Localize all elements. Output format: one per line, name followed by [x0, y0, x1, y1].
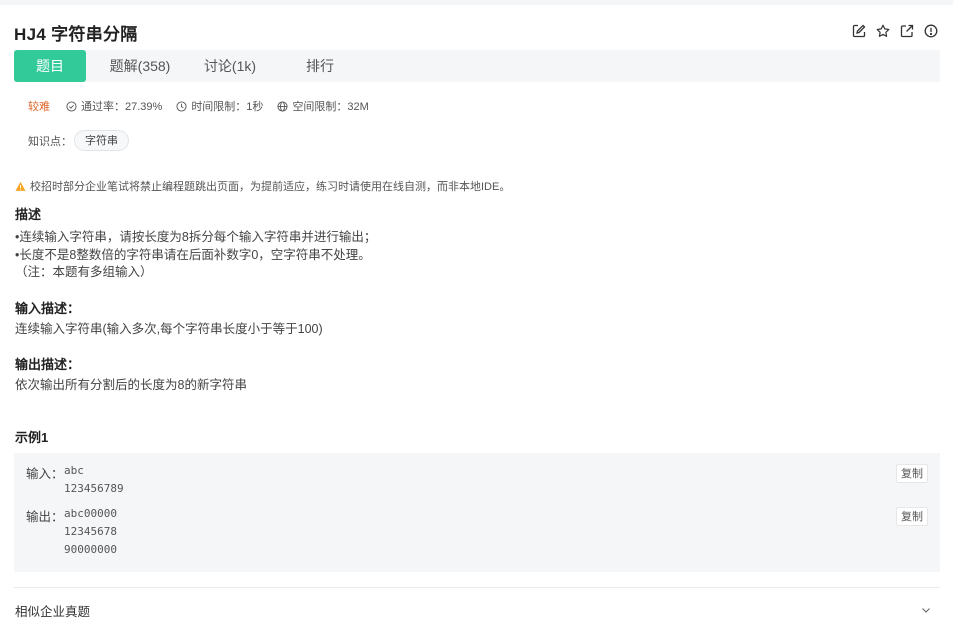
pass-rate: 通过率：27.39% [66, 98, 162, 114]
time-limit: 时间限制：1秒 [176, 98, 263, 114]
description-line: •连续输入字符串，请按长度为8拆分每个输入字符串并进行输出； [15, 230, 377, 244]
tab-discussion[interactable]: 讨论(1k) [194, 50, 266, 82]
example-title: 示例1 [15, 430, 49, 445]
warning-icon [15, 181, 26, 191]
tab-ranking[interactable]: 排行 [284, 50, 356, 82]
problem-page: HJ4 字符串分隔 题目 题解(358) 讨论(1k) 排行 较难 通过率：27… [0, 5, 953, 630]
clock-icon [176, 100, 187, 112]
example-output-value: abc00000 12345678 90000000 [64, 507, 117, 556]
problem-tabs: 题目 题解(358) 讨论(1k) 排行 [14, 50, 940, 82]
globe-icon [277, 100, 288, 112]
difficulty-badge: 较难 [28, 101, 50, 113]
description-title: 描述 [15, 207, 42, 222]
problem-header: HJ4 字符串分隔 [14, 19, 939, 45]
copy-output-button[interactable]: 复制 [896, 507, 928, 526]
space-limit: 空间限制：32M [277, 98, 369, 114]
external-link-icon[interactable] [899, 23, 915, 39]
notice-text: 校招时部分企业笔试将禁止编程题跳出页面，为提前适应，练习时请使用在线自测，而非本… [30, 181, 511, 193]
description-body: •连续输入字符串，请按长度为8拆分每个输入字符串并进行输出； •长度不是8整数倍… [15, 229, 376, 282]
time-limit-text: 时间限制：1秒 [191, 101, 264, 113]
description-line: •长度不是8整数倍的字符串请在后面补数字0，空字符串不处理。 [15, 247, 371, 262]
pass-rate-text: 通过率：27.39% [81, 101, 163, 113]
similar-questions-label[interactable]: 相似企业真题 [15, 601, 90, 620]
star-icon[interactable] [875, 23, 891, 39]
copy-input-button[interactable]: 复制 [896, 464, 928, 483]
example-output: 输出： abc00000 12345678 90000000 [26, 506, 117, 559]
problem-meta: 较难 通过率：27.39% 时间限制：1秒 空间限制：32M [28, 98, 383, 114]
output-desc-title: 输出描述： [15, 357, 81, 372]
problem-title: HJ4 字符串分隔 [14, 24, 138, 44]
example-box: 输入： abc 123456789 复制 输出： abc00000 123456… [14, 453, 940, 572]
input-desc-text: 连续输入字符串(输入多次,每个字符串长度小于等于100) [15, 322, 323, 336]
tab-solutions[interactable]: 题解(358) [104, 50, 176, 82]
tab-problem[interactable]: 题目 [14, 50, 86, 82]
knowledge-tag[interactable]: 字符串 [74, 130, 129, 151]
chevron-down-icon[interactable] [920, 604, 932, 616]
example-input-label: 输入： [26, 467, 64, 481]
output-desc-text: 依次输出所有分割后的长度为8的新字符串 [15, 378, 247, 392]
space-limit-text: 空间限制：32M [292, 101, 369, 113]
header-actions [851, 23, 939, 39]
example-input: 输入： abc 123456789 [26, 463, 124, 498]
check-circle-icon [66, 100, 77, 112]
knowledge-label: 知识点： [28, 135, 72, 148]
description-line: （注：本题有多组输入） [15, 265, 153, 279]
edit-icon[interactable] [851, 23, 867, 39]
example-output-label: 输出： [26, 510, 64, 524]
exam-notice: 校招时部分企业笔试将禁止编程题跳出页面，为提前适应，练习时请使用在线自测，而非本… [15, 178, 510, 194]
knowledge-points: 知识点： 字符串 [28, 130, 129, 151]
example-input-value: abc 123456789 [64, 464, 124, 495]
divider [14, 587, 940, 588]
info-icon[interactable] [923, 23, 939, 39]
input-desc-title: 输入描述： [15, 301, 81, 316]
